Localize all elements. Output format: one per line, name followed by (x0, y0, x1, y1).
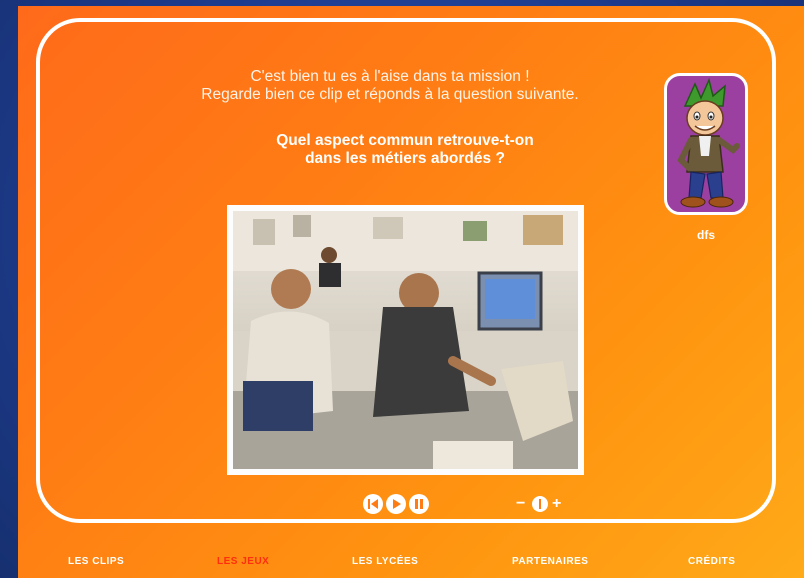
video-player[interactable] (233, 211, 578, 469)
office-scene-icon (233, 211, 578, 469)
volume-up-button[interactable]: + (552, 494, 561, 514)
pause-icon (415, 499, 423, 509)
avatar-name: dfs (697, 228, 715, 242)
cartoon-character-icon (677, 77, 740, 208)
nav-item-credits[interactable]: CRÉDITS (688, 556, 735, 567)
rewind-button[interactable] (363, 494, 383, 514)
question-line-2: dans les métiers abordés ? (305, 150, 505, 167)
intro-line-2: Regarde bien ce clip et réponds à la que… (201, 86, 579, 103)
intro-line-1: C'est bien tu es à l'aise dans ta missio… (250, 68, 530, 85)
volume-knob-button[interactable] (532, 496, 548, 512)
play-button[interactable] (386, 494, 406, 514)
volume-knob-icon (539, 499, 541, 509)
rewind-icon (368, 499, 378, 509)
question-text: Quel aspect commun retrouve-t-on dans le… (190, 132, 620, 168)
question-line-1: Quel aspect commun retrouve-t-on (276, 132, 534, 149)
nav-item-partenaires[interactable]: PARTENAIRES (512, 556, 588, 567)
volume-down-button[interactable]: − (516, 494, 525, 514)
nav-item-jeux[interactable]: LES JEUX (217, 556, 269, 567)
video-frame[interactable] (227, 205, 584, 475)
bottom-navigation: LES CLIPS LES JEUX LES LYCÉES PARTENAIRE… (0, 556, 804, 574)
intro-text: C'est bien tu es à l'aise dans ta missio… (120, 68, 660, 104)
volume-control: − + (516, 494, 576, 516)
avatar-card[interactable] (664, 73, 748, 215)
pause-button[interactable] (409, 494, 429, 514)
nav-item-lycees[interactable]: LES LYCÉES (352, 556, 418, 567)
play-icon (393, 499, 401, 509)
nav-item-clips[interactable]: LES CLIPS (68, 556, 124, 567)
